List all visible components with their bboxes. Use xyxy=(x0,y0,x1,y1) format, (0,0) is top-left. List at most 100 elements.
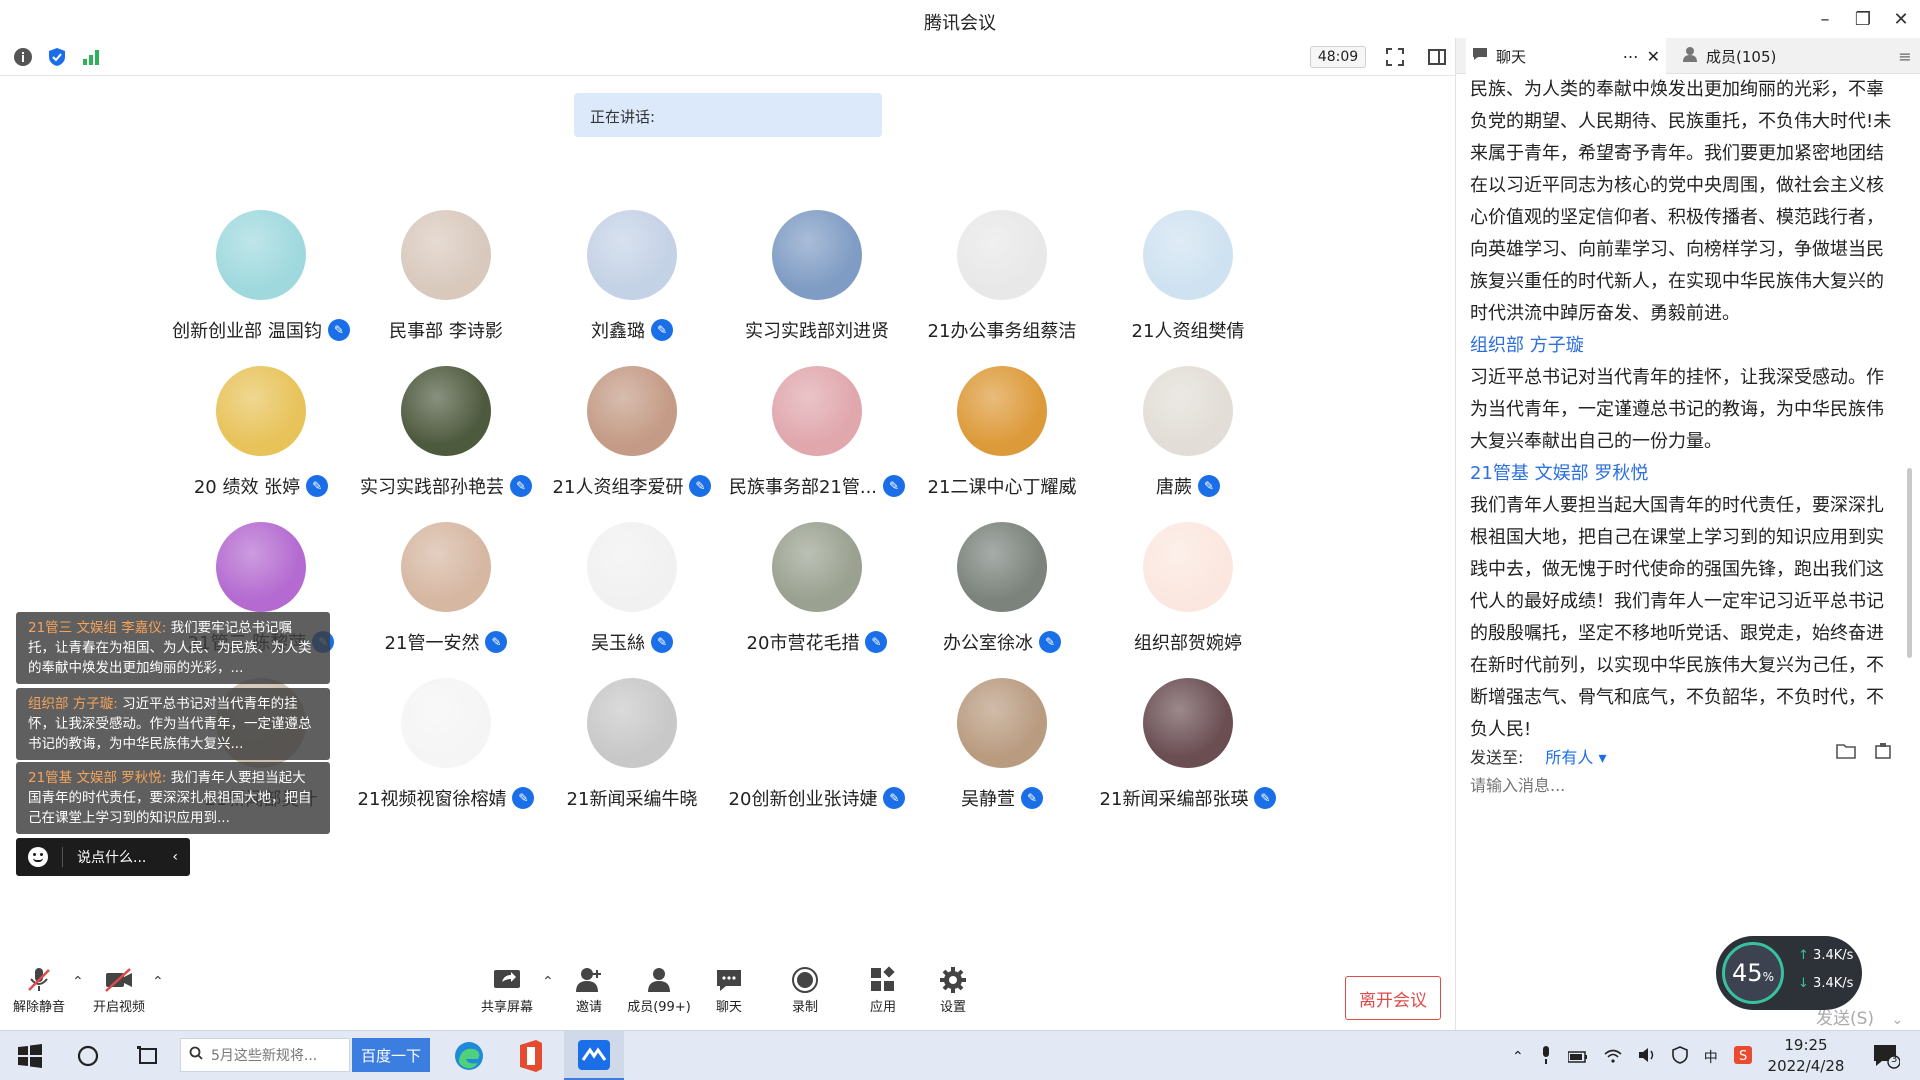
settings-button[interactable]: 设置 xyxy=(916,964,990,1015)
more-options-icon[interactable]: ⋯ xyxy=(1623,47,1639,66)
participant-tile[interactable]: 组织部贺婉婷 xyxy=(1096,522,1280,682)
participant-tile[interactable]: 20 绩效 张婷 ✎ xyxy=(169,366,353,526)
search-circle-icon[interactable] xyxy=(76,1044,100,1072)
minimize-button[interactable]: – xyxy=(1806,4,1844,34)
participant-tile[interactable]: 刘鑫璐 ✎ xyxy=(540,210,724,370)
tray-expand-icon[interactable]: ⌃ xyxy=(1512,1049,1524,1065)
close-tab-icon[interactable]: ✕ xyxy=(1647,47,1660,66)
participant-tile[interactable]: 21人资组李爱研 ✎ xyxy=(540,366,724,526)
members-label: 成员(99+) xyxy=(627,1000,691,1015)
participant-name-row: 民事部 李诗影 xyxy=(354,317,538,343)
send-to-value: 所有人 xyxy=(1545,748,1594,767)
participant-tile[interactable]: 办公室徐冰 ✎ xyxy=(910,522,1094,682)
maximize-button[interactable]: ❐ xyxy=(1844,4,1882,34)
chat-message-input[interactable] xyxy=(1470,776,1890,795)
participant-tile[interactable]: 21视频视窗徐榕婧 ✎ xyxy=(354,678,538,838)
participant-name-row: 创新创业部 温国钧 ✎ xyxy=(169,317,353,343)
baidu-search-button[interactable]: 百度一下 xyxy=(352,1038,430,1072)
file-folder-icon[interactable] xyxy=(1836,742,1856,764)
notification-count: 3 xyxy=(1891,1054,1898,1065)
start-video-button[interactable]: 开启视频 xyxy=(82,964,156,1015)
collapse-chevron-icon[interactable]: ‹ xyxy=(172,849,178,865)
unmute-button[interactable]: 解除静音 xyxy=(2,964,76,1015)
participant-tile[interactable]: 民事部 李诗影 xyxy=(354,210,538,370)
participant-avatar xyxy=(216,366,306,456)
svg-text:S: S xyxy=(1739,1049,1747,1064)
input-method-icon[interactable]: 中 xyxy=(1704,1047,1718,1067)
screenshot-icon[interactable] xyxy=(1874,742,1892,764)
fullscreen-icon[interactable] xyxy=(1384,46,1406,68)
participant-tile[interactable]: 21新闻采编牛晓 xyxy=(540,678,724,838)
voice-badge-icon: ✎ xyxy=(1039,631,1061,653)
participant-tile[interactable]: 21办公事务组蔡洁 xyxy=(910,210,1094,370)
task-view-icon[interactable] xyxy=(136,1045,160,1071)
quick-chat-input[interactable]: 说点什么... ‹ xyxy=(16,838,190,876)
participant-name-row: 21人资组李爱研 ✎ xyxy=(540,473,724,499)
windows-start-icon[interactable] xyxy=(18,1044,42,1072)
overlay-chat-message: 21管基 文娱部 罗秋悦: 我们青年人要担当起大国青年的时代责任，要深深扎根祖国… xyxy=(16,762,330,834)
participant-name-row: 21新闻采编牛晓 xyxy=(540,785,724,811)
participant-name-row: 20创新创业张诗婕 ✎ xyxy=(725,785,909,811)
tencent-meeting-taskbar-button[interactable] xyxy=(564,1031,624,1080)
participant-tile[interactable]: 20市营花毛措 ✎ xyxy=(725,522,909,682)
cpu-usage-unit: % xyxy=(1762,970,1774,984)
participant-avatar xyxy=(401,366,491,456)
side-panel-toggle-icon[interactable] xyxy=(1426,46,1448,68)
tab-members[interactable]: 成员(105) xyxy=(1676,38,1886,74)
leave-meeting-button[interactable]: 离开会议 xyxy=(1345,976,1441,1020)
participant-tile[interactable]: 21新闻采编部张瑛 ✎ xyxy=(1096,678,1280,838)
record-button[interactable]: 录制 xyxy=(768,964,842,1015)
battery-icon[interactable] xyxy=(1566,1048,1588,1067)
sogou-ime-icon[interactable]: S xyxy=(1733,1046,1752,1068)
tab-chat[interactable]: 聊天 ⋯ ✕ xyxy=(1466,38,1666,74)
share-screen-label: 共享屏幕 xyxy=(480,1000,533,1015)
office-icon[interactable] xyxy=(516,1039,546,1077)
speaker-icon[interactable] xyxy=(1638,1047,1656,1067)
panel-menu-icon[interactable]: ≡ xyxy=(1892,38,1918,74)
participant-tile[interactable]: 民族事务部21管... ✎ xyxy=(725,366,909,526)
taskbar-search-box[interactable]: 5月这些新规将... xyxy=(180,1038,350,1072)
participant-tile[interactable]: 吴静萱 ✎ xyxy=(910,678,1094,838)
microphone-icon[interactable] xyxy=(1540,1046,1552,1068)
members-tab-icon xyxy=(1682,46,1698,66)
system-tray: ⌃ 中 S xyxy=(1512,1046,1752,1068)
signal-bars-icon[interactable] xyxy=(80,46,102,68)
invite-button[interactable]: 邀请 xyxy=(552,964,626,1015)
participant-name: 21视频视窗徐榕婧 xyxy=(357,789,507,810)
emoji-icon[interactable] xyxy=(28,847,48,867)
voice-badge-icon: ✎ xyxy=(883,787,906,809)
chat-scrollbar[interactable] xyxy=(1907,468,1912,658)
participant-tile[interactable]: 21人资组樊倩 xyxy=(1096,210,1280,370)
video-options-chevron-icon[interactable]: ⌃ xyxy=(152,974,164,990)
chat-button[interactable]: 聊天 xyxy=(692,964,766,1015)
participant-tile[interactable]: 21管一安然 ✎ xyxy=(354,522,538,682)
share-screen-button[interactable]: 共享屏幕 xyxy=(470,964,544,1015)
download-arrow-icon: ↓ xyxy=(1798,976,1809,991)
send-to-select[interactable]: 所有人 ▾ xyxy=(1545,744,1606,768)
participant-tile[interactable]: 创新创业部 温国钧 ✎ xyxy=(169,210,353,370)
taskbar-clock[interactable]: 19:25 2022/4/28 xyxy=(1756,1035,1856,1077)
defender-shield-icon[interactable] xyxy=(1671,1046,1688,1068)
close-button[interactable]: ✕ xyxy=(1882,4,1920,34)
security-shield-icon[interactable] xyxy=(46,46,68,68)
send-options-chevron-icon[interactable]: ⌄ xyxy=(1891,1012,1903,1028)
participant-tile[interactable]: 20创新创业张诗婕 ✎ xyxy=(725,678,909,838)
participant-tile[interactable]: 21二课中心丁耀威 xyxy=(910,366,1094,526)
chat-message-list: 民族、为人类的奉献中焕发出更加绚丽的光彩，不辜负党的期望、人民期待、民族重托，不… xyxy=(1470,74,1900,774)
network-speed-widget[interactable]: 45% ↑ 3.4K/s ↓ 3.4K/s xyxy=(1716,936,1862,1010)
upload-speed-value: 3.4K/s xyxy=(1813,948,1854,963)
participant-tile[interactable]: 实习实践部刘进贤 xyxy=(725,210,909,370)
info-icon[interactable] xyxy=(12,46,34,68)
overlay-chat-message: 组织部 方子璇: 习近平总书记对当代青年的挂怀，让我深受感动。作为当代青年，一定… xyxy=(16,688,330,760)
participant-tile[interactable]: 吴玉絲 ✎ xyxy=(540,522,724,682)
participant-avatar xyxy=(587,678,677,768)
members-button[interactable]: 成员(99+) xyxy=(622,964,696,1015)
participant-tile[interactable]: 唐蕨 ✎ xyxy=(1096,366,1280,526)
speaking-label: 正在讲话: xyxy=(590,108,656,126)
chat-bubble-icon xyxy=(692,964,766,996)
notification-center-icon[interactable]: 3 xyxy=(1872,1043,1901,1073)
wifi-icon[interactable] xyxy=(1604,1048,1622,1067)
edge-browser-icon[interactable] xyxy=(452,1039,486,1077)
participant-tile[interactable]: 实习实践部孙艳芸 ✎ xyxy=(354,366,538,526)
apps-button[interactable]: 应用 xyxy=(846,964,920,1015)
